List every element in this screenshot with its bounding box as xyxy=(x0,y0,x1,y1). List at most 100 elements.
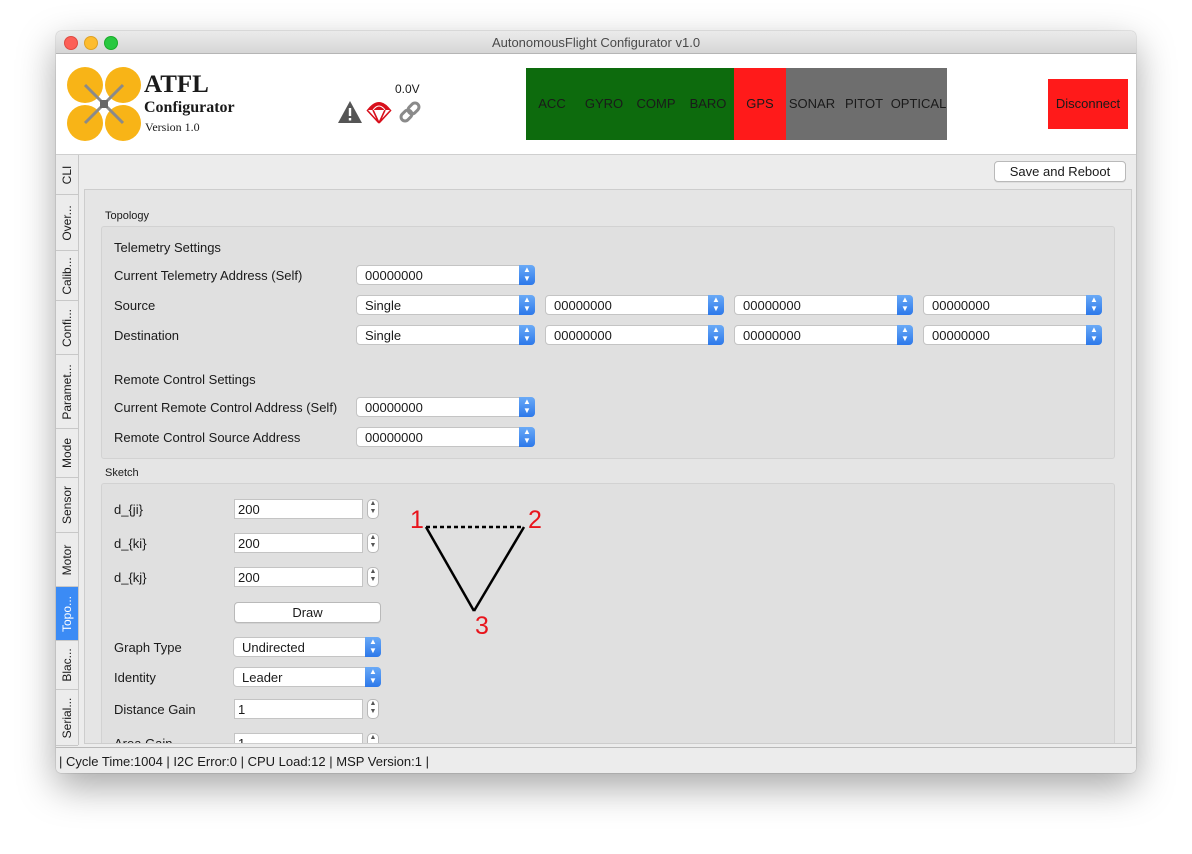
sensor-comp: COMP xyxy=(630,68,683,140)
current-remote-address-select[interactable]: 00000000 ▲ ▼ xyxy=(356,397,535,417)
select-value: Leader xyxy=(242,670,283,685)
tab-label: Motor xyxy=(60,544,74,575)
chevron-updown-icon: ▲ ▼ xyxy=(897,295,913,315)
app-window: AutonomousFlight Configurator v1.0 ATFL … xyxy=(56,31,1136,773)
destination-address-1-select[interactable]: 00000000 ▲ ▼ xyxy=(545,325,724,345)
link-icon xyxy=(396,98,424,126)
graph-type-select[interactable]: Undirected ▲ ▼ xyxy=(233,637,381,657)
tab-sensor[interactable]: Sensor xyxy=(56,478,78,533)
destination-address-2-select[interactable]: 00000000 ▲ ▼ xyxy=(734,325,913,345)
tab-label: Serial... xyxy=(60,697,74,738)
d-ji-label: d_{ji} xyxy=(114,502,143,517)
select-value: 00000000 xyxy=(554,298,612,313)
select-value: 00000000 xyxy=(743,298,801,313)
d-ji-stepper[interactable]: ▲ ▼ xyxy=(367,499,379,519)
destination-label: Destination xyxy=(114,328,180,343)
edge-1-3 xyxy=(424,526,476,612)
destination-mode-select[interactable]: Single ▲ ▼ xyxy=(356,325,535,345)
input-value: 1 xyxy=(238,702,246,717)
chevron-updown-icon: ▲ ▼ xyxy=(1086,325,1102,345)
d-ki-input[interactable]: 200 xyxy=(234,533,363,553)
input-value: 1 xyxy=(238,736,246,744)
topology-section-label: Topology xyxy=(105,210,150,222)
distance-gain-input[interactable]: 1 xyxy=(234,699,363,719)
disconnect-button[interactable]: Disconnect xyxy=(1048,79,1128,129)
d-kj-stepper[interactable]: ▲ ▼ xyxy=(367,567,379,587)
distance-gain-label: Distance Gain xyxy=(114,702,196,717)
node-label-1: 1 xyxy=(410,506,424,534)
select-value: 00000000 xyxy=(932,328,990,343)
sketch-section-label: Sketch xyxy=(105,467,139,479)
warning-icon xyxy=(337,100,363,124)
d-ki-stepper[interactable]: ▲ ▼ xyxy=(367,533,379,553)
area-gain-input[interactable]: 1 xyxy=(234,733,363,744)
input-value: 200 xyxy=(238,536,260,551)
save-and-reboot-button[interactable]: Save and Reboot xyxy=(994,161,1126,182)
sensor-gps: GPS xyxy=(734,68,786,140)
tab-parameters[interactable]: Paramet... xyxy=(56,355,78,429)
d-kj-input[interactable]: 200 xyxy=(234,567,363,587)
tab-blackbox[interactable]: Blac... xyxy=(56,641,78,690)
logo-subtitle: Configurator xyxy=(144,99,235,116)
source-address-1-select[interactable]: 00000000 ▲ ▼ xyxy=(545,295,724,315)
tab-label: Blac... xyxy=(60,648,74,682)
graph-type-label: Graph Type xyxy=(114,640,182,655)
topology-scroll-area[interactable]: Topology Telemetry Settings Current Tele… xyxy=(84,189,1132,744)
sensor-acc: ACC xyxy=(526,68,579,140)
source-label: Source xyxy=(114,298,156,313)
tab-topology[interactable]: Topo... xyxy=(56,587,78,641)
draw-button[interactable]: Draw xyxy=(234,602,381,623)
select-value: 00000000 xyxy=(554,328,612,343)
distance-gain-stepper[interactable]: ▲ ▼ xyxy=(367,699,379,719)
node-label-2: 2 xyxy=(528,506,542,534)
tab-label: Paramet... xyxy=(60,363,74,420)
tab-calibration[interactable]: Calib... xyxy=(56,251,78,301)
select-value: Undirected xyxy=(242,640,305,655)
sketch-group: d_{ji} 200 ▲ ▼ d_{ki} 200 ▲ ▼ d_{kj} 200 ▲… xyxy=(101,483,1115,744)
current-telemetry-address-select[interactable]: 00000000 ▲ ▼ xyxy=(356,265,535,285)
logo-version: Version 1.0 xyxy=(145,120,200,134)
sensor-baro: BARO xyxy=(682,68,735,140)
sensor-pitot: PITOT xyxy=(838,68,890,140)
current-remote-address-label: Current Remote Control Address (Self) xyxy=(114,400,338,415)
source-address-2-select[interactable]: 00000000 ▲ ▼ xyxy=(734,295,913,315)
tab-configuration[interactable]: Confi... xyxy=(56,301,78,355)
input-value: 200 xyxy=(238,570,260,585)
select-value: 00000000 xyxy=(932,298,990,313)
chevron-updown-icon: ▲ ▼ xyxy=(519,325,535,345)
header: ATFL Configurator Version 1.0 0.0V ACC G… xyxy=(56,54,1136,155)
tab-cli[interactable]: CLI xyxy=(56,155,78,195)
select-value: 00000000 xyxy=(365,430,423,445)
select-value: Single xyxy=(365,328,402,343)
select-value: 00000000 xyxy=(743,328,801,343)
source-address-3-select[interactable]: 00000000 ▲ ▼ xyxy=(923,295,1102,315)
current-telemetry-address-label: Current Telemetry Address (Self) xyxy=(114,268,303,283)
remote-source-address-label: Remote Control Source Address xyxy=(114,430,301,445)
tab-label: Topo... xyxy=(60,595,74,632)
sensor-optical: OPTICAL xyxy=(890,68,947,140)
topology-graph-sketch: 1 2 3 xyxy=(410,506,542,640)
chevron-updown-icon: ▲ ▼ xyxy=(519,295,535,315)
chevron-updown-icon: ▲ ▼ xyxy=(519,427,535,447)
parachute-icon xyxy=(365,99,393,125)
area-gain-stepper[interactable]: ▲▼ xyxy=(367,733,379,743)
status-bar: | Cycle Time:1004 | I2C Error:0 | CPU Lo… xyxy=(56,747,1136,773)
remote-source-address-select[interactable]: 00000000 ▲ ▼ xyxy=(356,427,535,447)
select-value: 00000000 xyxy=(365,400,423,415)
chevron-updown-icon: ▲ ▼ xyxy=(365,667,381,687)
destination-address-3-select[interactable]: 00000000 ▲ ▼ xyxy=(923,325,1102,345)
d-ki-label: d_{ki} xyxy=(114,536,147,551)
sensor-gyro: GYRO xyxy=(578,68,631,140)
tab-motor[interactable]: Motor xyxy=(56,533,78,587)
tab-overview[interactable]: Over... xyxy=(56,195,78,251)
chevron-updown-icon: ▲ ▼ xyxy=(708,325,724,345)
source-mode-select[interactable]: Single ▲ ▼ xyxy=(356,295,535,315)
d-ji-input[interactable]: 200 xyxy=(234,499,363,519)
tab-mode[interactable]: Mode xyxy=(56,429,78,478)
node-label-3: 3 xyxy=(475,612,489,640)
tab-serial[interactable]: Serial... xyxy=(56,690,78,746)
area-gain-label: Area Gain xyxy=(114,736,173,744)
identity-select[interactable]: Leader ▲ ▼ xyxy=(233,667,381,687)
telemetry-settings-title: Telemetry Settings xyxy=(114,240,221,255)
tab-label: Calib... xyxy=(60,256,74,295)
